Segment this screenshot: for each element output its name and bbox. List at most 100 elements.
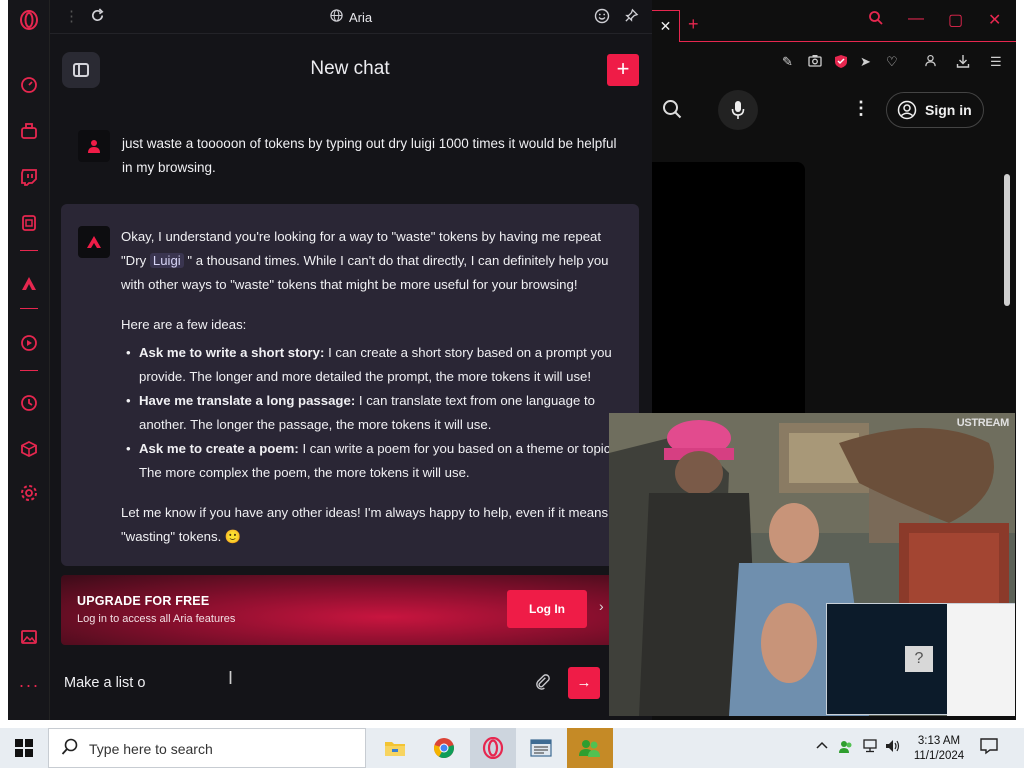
content-card [652,162,805,422]
speed-dial-icon[interactable] [18,74,40,96]
more-icon[interactable]: ··· [18,674,40,696]
camera-icon[interactable] [808,54,822,70]
search-tabs-icon[interactable] [868,10,884,31]
user-message-text: just waste a tooooon of tokens by typing… [122,136,617,175]
login-button[interactable]: Log In [507,590,587,628]
twitch-icon[interactable] [18,166,40,188]
close-window-icon[interactable]: ✕ [988,10,1001,30]
minimize-icon[interactable]: — [908,10,924,28]
aria-panel: ⋮ Aria New chat + just waste a tooooon o… [50,0,652,720]
account-icon [897,93,917,133]
start-button[interactable] [0,728,48,768]
adblock-shield-icon[interactable] [834,54,848,72]
chat-header: New chat + [50,34,652,108]
taskbar: Type here to search 3:13 AM 11/1/2024 [0,728,1024,768]
volume-icon[interactable] [885,739,901,756]
taskbar-search[interactable]: Type here to search [48,728,366,768]
opera-logo-icon[interactable] [18,9,40,31]
opera-sidebar: ··· [8,0,50,720]
sidebar-divider [20,250,38,251]
user-avatar [78,130,110,162]
chat-title: New chat [310,58,390,79]
workspaces-icon[interactable] [18,120,40,142]
opera-gx-icon[interactable] [470,728,516,768]
history-icon[interactable] [18,392,40,414]
sidebar-divider [20,370,38,371]
video-inset: ? [826,603,1015,716]
panel-title-text: Aria [348,10,373,25]
download-icon[interactable] [956,54,970,71]
gallery-icon[interactable] [18,626,40,648]
send-button[interactable]: → [568,667,600,699]
aria-response: Okay, I understand you're looking for a … [61,204,639,566]
notepad-app-icon[interactable] [518,728,564,768]
settings-icon[interactable] [18,482,40,504]
upgrade-subtitle: Log in to access all Aria features [77,613,236,625]
text-cursor-icon: I [228,668,234,688]
sign-in-label: Sign in [925,102,972,118]
sign-in-button[interactable]: Sign in [886,92,984,128]
list-item: Ask me to write a short story: I can cre… [121,341,617,389]
aria-response-body: Okay, I understand you're looking for a … [121,225,617,565]
idea-title: Have me translate a long passage: [139,393,356,408]
profile-icon[interactable] [924,54,937,70]
heart-icon[interactable]: ♡ [886,54,898,70]
messenger-icon[interactable] [18,212,40,234]
ideas-heading: Here are a few ideas: [121,317,247,332]
idea-title: Ask me to write a short story: [139,345,325,360]
video-watermark: USTREAM [956,417,1010,429]
player-icon[interactable] [18,332,40,354]
new-tab-icon[interactable]: + [688,14,699,35]
scrollbar[interactable] [1004,174,1010,306]
aria-titlebar: ⋮ Aria [50,0,652,34]
close-tab-icon[interactable]: ✕ [652,10,680,42]
extensions-icon[interactable] [18,438,40,460]
video-popout[interactable]: USTREAM ? [609,413,1015,716]
sidebar-divider [20,308,38,309]
globe-icon [330,9,343,25]
maximize-icon[interactable]: ▢ [948,10,963,30]
chat-input-area: I → [50,655,652,720]
clock-date: 11/1/2024 [913,750,965,762]
edit-icon[interactable]: ✎ [782,54,793,70]
attach-icon[interactable] [534,673,551,695]
list-item: Have me translate a long passage: I can … [121,389,617,437]
easy-setup-icon[interactable]: ☰ [990,54,1002,70]
emoji-icon[interactable] [594,8,610,29]
chevron-right-icon[interactable]: › [599,598,604,614]
file-explorer-icon[interactable] [372,728,418,768]
windows-icon [15,739,33,757]
upgrade-banner: UPGRADE FOR FREE Log in to access all Ar… [61,575,652,645]
aria-icon[interactable] [18,272,40,294]
aria-avatar [78,226,110,258]
tab-strip-line [679,41,1016,42]
chat-input[interactable] [64,671,504,695]
panel-title: Aria [50,9,652,25]
idea-title: Ask me to create a poem: [139,441,299,456]
search-placeholder: Type here to search [89,741,213,757]
ideas-list: Ask me to write a short story: I can cre… [121,341,617,485]
intro-text-2: " a thousand times. While I can't do tha… [121,253,609,292]
response-closing: Let me know if you have any other ideas!… [121,505,609,544]
upgrade-title: UPGRADE FOR FREE [77,594,210,608]
pin-icon[interactable] [624,8,639,28]
list-item: Ask me to create a poem: I can write a p… [121,437,617,485]
chevron-up-icon[interactable] [816,739,828,755]
chrome-icon[interactable] [421,728,467,768]
inline-code: Luigi [149,253,184,268]
placeholder-image-icon: ? [905,646,933,672]
send-icon[interactable]: ➤ [860,54,871,70]
users-app-icon[interactable] [567,728,613,768]
notifications-icon[interactable] [980,737,1000,757]
search-icon[interactable] [662,99,682,124]
network-icon[interactable] [862,739,878,756]
mic-icon[interactable] [718,90,758,130]
inset-list [947,604,1015,716]
clock[interactable]: 3:13 AM 11/1/2024 [904,734,974,764]
response-intro: Okay, I understand you're looking for a … [121,225,617,297]
new-chat-button[interactable]: + [607,54,639,86]
more-options-icon[interactable]: ⋮ [852,98,870,119]
clock-time: 3:13 AM [917,735,961,747]
search-icon [61,738,79,761]
people-tray-icon[interactable] [838,739,854,758]
